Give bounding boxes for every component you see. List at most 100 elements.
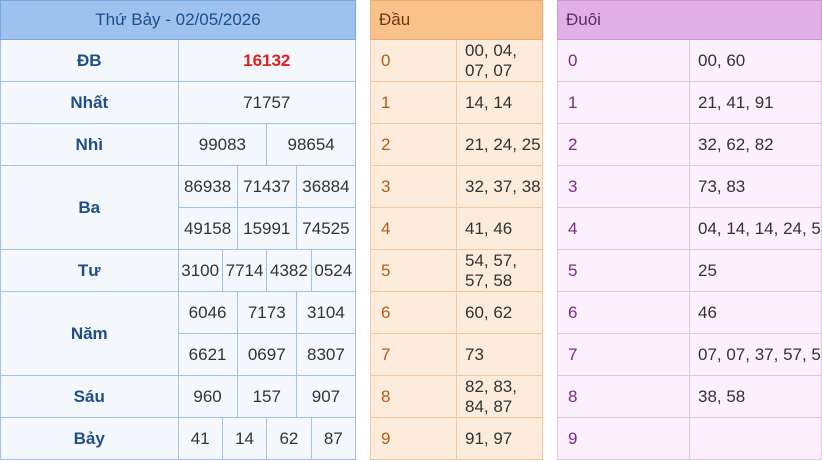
prize-number: 15991 [236,208,296,249]
prize-label: Năm [0,291,179,376]
dau-row: 8 82, 83, 84, 87 [370,375,543,418]
prize-number: 4382 [266,250,310,291]
dau-key: 7 [370,333,457,376]
dau-key: 5 [370,249,457,292]
prize-row-nhi: Nhì 99083 98654 [0,123,356,166]
dau-row: 9 91, 97 [370,417,543,460]
prize-row-db: ĐB 16132 [0,39,356,82]
prize-row-nhat: Nhất 71757 [0,81,356,124]
duoi-row: 1 21, 41, 91 [557,81,822,124]
dau-row: 7 73 [370,333,543,376]
duoi-key: 0 [557,39,690,82]
prize-number: 3100 [181,260,220,280]
dau-row: 5 54, 57, 57, 58 [370,249,543,292]
duoi-row: 5 25 [557,249,822,292]
duoi-values: 04, 14, 14, 24, 54, 84 [689,207,822,250]
duoi-values: 73, 83 [689,165,822,208]
duoi-key: 6 [557,291,690,334]
duoi-table: Đuôi 0 00, 60 1 21, 41, 91 2 32, 62, 82 3 73… [557,0,822,460]
prize-row-tu: Tư 3100 7714 4382 0524 [0,249,356,292]
dau-row: 2 21, 24, 25 [370,123,543,166]
dau-values: 91, 97 [456,417,543,460]
prize-number: 71437 [236,166,296,207]
prize-number: 14 [221,418,266,459]
duoi-key: 5 [557,249,690,292]
duoi-header: Đuôi [557,0,822,40]
duoi-values: 21, 41, 91 [689,81,822,124]
dau-key: 4 [370,207,457,250]
prize-number-special: 16132 [177,39,356,82]
duoi-key: 1 [557,81,690,124]
prize-row-bay: Bảy 41 14 62 87 [0,417,356,460]
dau-key: 9 [370,417,457,460]
prize-row-ba: Ba 86938 71437 36884 [0,165,356,250]
dau-key: 3 [370,165,457,208]
duoi-values: 00, 60 [689,39,822,82]
prize-number: 8307 [295,334,355,375]
dau-values: 00, 04, 07, 07 [456,39,543,82]
dau-header: Đầu [370,0,543,40]
dau-key: 1 [370,81,457,124]
prize-number: 36884 [295,166,355,207]
prize-number: 49158 [183,218,232,238]
dau-key: 8 [370,375,457,418]
prize-number: 86938 [183,176,232,196]
prize-number: 71757 [177,81,356,124]
dau-values: 21, 24, 25 [456,123,543,166]
duoi-row: 0 00, 60 [557,39,822,82]
duoi-row: 404, 14, 14, 24, 54, 84 [557,207,822,250]
prize-number: 62 [266,418,310,459]
duoi-values [689,417,822,460]
dau-values: 54, 57, 57, 58 [456,249,543,292]
prize-number: 6621 [188,344,227,364]
prize-row-nam: Năm 6046 7173 3104 [0,291,356,376]
prize-number: 7714 [221,250,266,291]
duoi-row: 6 46 [557,291,822,334]
prize-label: Tư [0,249,179,292]
dau-table: Đầu 0 00, 04, 07, 07 1 14, 14 2 21, 24, 25 … [370,0,543,460]
dau-key: 2 [370,123,457,166]
duoi-values: 38, 58 [689,375,822,418]
dau-values: 82, 83, 84, 87 [456,375,543,418]
dau-values: 60, 62 [456,291,543,334]
dau-key: 6 [370,291,457,334]
prize-number: 7173 [236,292,296,333]
dau-row: 3 32, 37, 38 [370,165,543,208]
prize-number: 87 [310,418,355,459]
duoi-key: 3 [557,165,690,208]
dau-row: 1 14, 14 [370,81,543,124]
prize-number: 98654 [266,124,355,165]
prize-label: Ba [0,165,179,250]
duoi-row: 707, 07, 37, 57, 57, 87, 97 [557,333,822,376]
dau-row: 4 41, 46 [370,207,543,250]
duoi-key: 4 [557,207,690,250]
duoi-values: 32, 62, 82 [689,123,822,166]
prize-row-sau: Sáu 960 157 907 [0,375,356,418]
duoi-row: 2 32, 62, 82 [557,123,822,166]
prize-label: ĐB [0,39,179,82]
duoi-key: 7 [557,333,690,376]
dau-values: 73 [456,333,543,376]
duoi-values: 46 [689,291,822,334]
prize-number: 0524 [310,250,355,291]
prize-number: 6046 [188,302,227,322]
results-header-row: Thứ Bảy - 02/05/2026 [0,0,356,40]
prize-number: 907 [295,376,355,417]
dau-values: 32, 37, 38 [456,165,543,208]
prize-number: 99083 [198,134,247,154]
dau-values: 14, 14 [456,81,543,124]
prize-number: 3104 [295,292,355,333]
prize-number: 157 [236,376,296,417]
dau-values: 41, 46 [456,207,543,250]
prize-number: 74525 [295,208,355,249]
dau-key: 0 [370,39,457,82]
prize-number: 0697 [236,334,296,375]
results-date-title: Thứ Bảy - 02/05/2026 [0,0,356,40]
duoi-key: 8 [557,375,690,418]
duoi-values: 07, 07, 37, 57, 57, 87, 97 [689,333,822,376]
prize-number: 41 [190,428,210,448]
duoi-row: 3 73, 83 [557,165,822,208]
duoi-values: 25 [689,249,822,292]
dau-row: 0 00, 04, 07, 07 [370,39,543,82]
dau-row: 6 60, 62 [370,291,543,334]
